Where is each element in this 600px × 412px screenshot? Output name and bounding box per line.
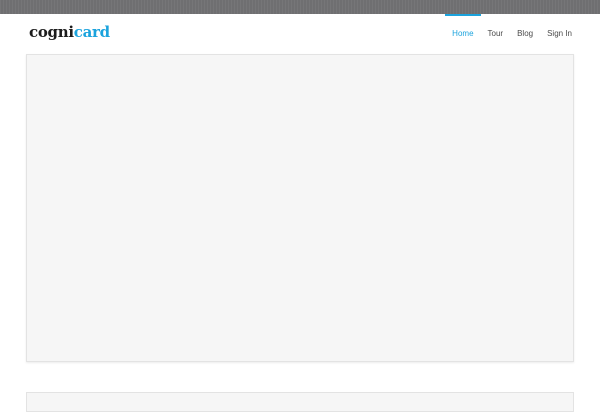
cognicard-logo[interactable]: cognicard (29, 22, 110, 42)
top-bar (0, 0, 600, 14)
nav-item-tour[interactable]: Tour (488, 14, 504, 54)
hero-slider-panel (26, 54, 574, 362)
main-nav: Home Tour Blog Sign In (438, 14, 572, 54)
logo-text-accent: card (73, 23, 110, 41)
content-panel (26, 392, 574, 412)
site-header: cognicard Home Tour Blog Sign In (0, 14, 600, 54)
nav-item-blog[interactable]: Blog (517, 14, 533, 54)
logo-text-primary: cogni (29, 23, 74, 41)
nav-item-sign-in[interactable]: Sign In (547, 14, 572, 54)
nav-item-home[interactable]: Home (445, 14, 481, 54)
